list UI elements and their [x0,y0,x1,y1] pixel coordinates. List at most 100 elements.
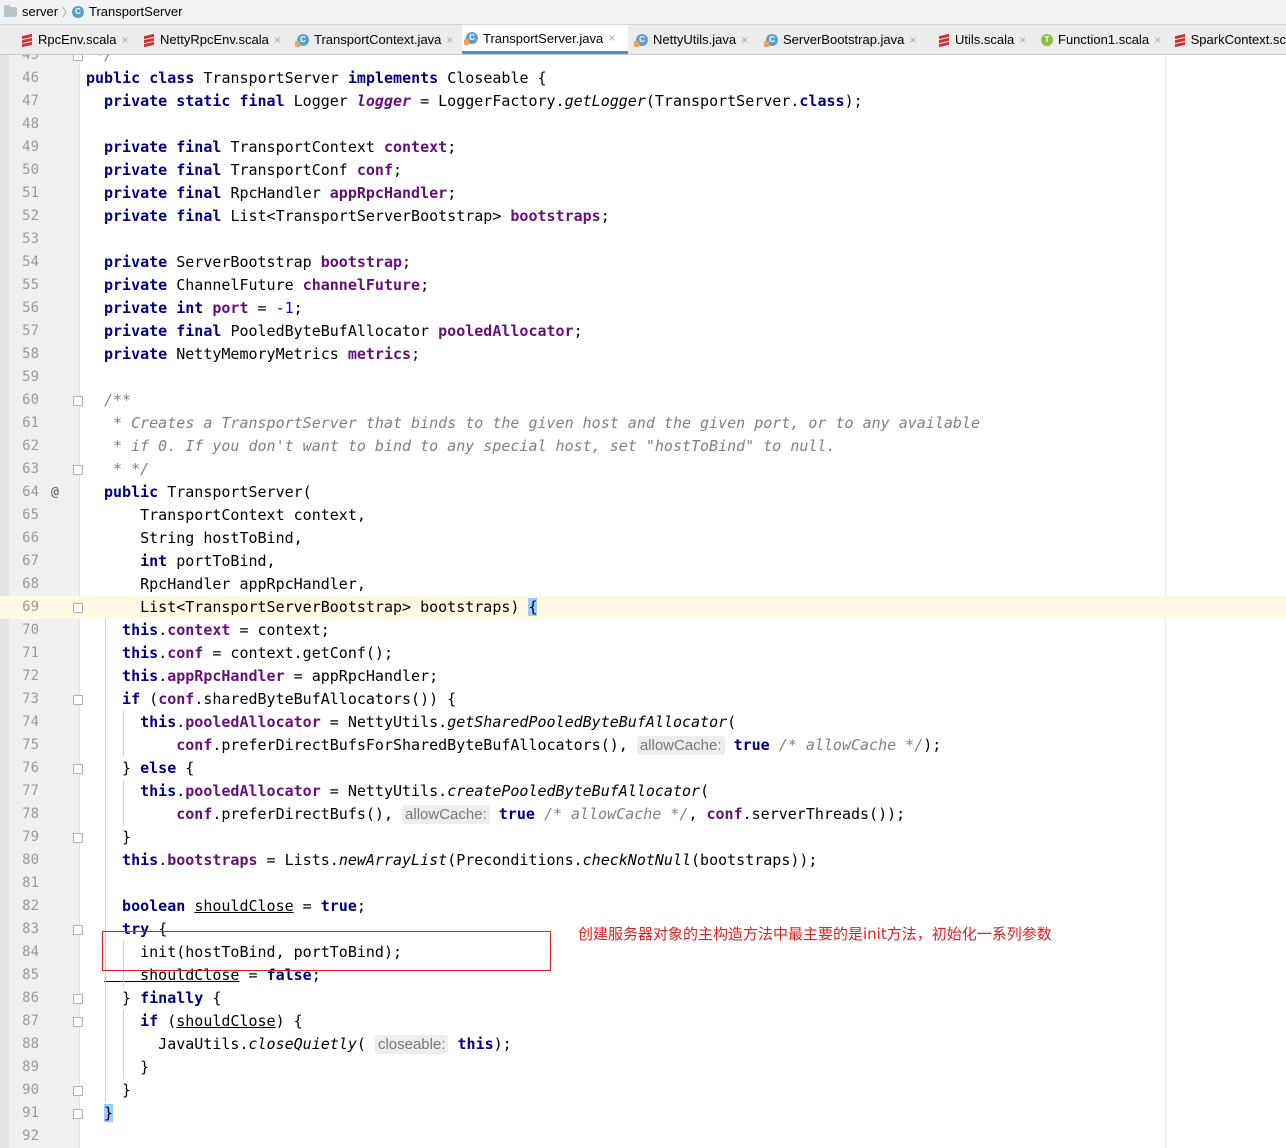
fold-marker-icon[interactable] [73,55,83,61]
code-line[interactable]: 90 } [0,1079,1286,1102]
fold-marker-icon[interactable] [73,994,83,1004]
code-line[interactable]: 67 int portToBind, [0,550,1286,573]
fold-marker-icon[interactable] [73,1017,83,1027]
code-line[interactable]: 63 * */ [0,458,1286,481]
code-line[interactable]: 55 private ChannelFuture channelFuture; [0,274,1286,297]
code-line[interactable]: 82 boolean shouldClose = true; [0,895,1286,918]
code-line[interactable]: 68 RpcHandler appRpcHandler, [0,573,1286,596]
code-text: this.pooledAllocator = NettyUtils.getSha… [104,711,736,734]
line-number: 64 [22,484,39,500]
code-line[interactable]: 60 /** [0,389,1286,412]
code-line[interactable]: 47 private static final Logger logger = L… [0,90,1286,113]
fold-marker-icon[interactable] [73,925,83,935]
code-token: ( [149,690,159,708]
code-line[interactable]: 73 if (conf.sharedByteBufAllocators()) { [0,688,1286,711]
code-line[interactable]: 76 } else { [0,757,1286,780]
tab-transportcontext-java[interactable]: C TransportContext.java × [293,25,457,54]
code-line[interactable]: 92 [0,1125,1286,1148]
code-line[interactable]: 48 [0,113,1286,136]
close-tab-icon[interactable]: × [608,31,615,45]
close-tab-icon[interactable]: × [122,33,129,47]
code-line[interactable]: 50 private final TransportConf conf; [0,159,1286,182]
fold-marker-icon[interactable] [73,396,83,406]
constructor-marker-icon[interactable]: @ [51,481,59,504]
close-tab-icon[interactable]: × [909,33,916,47]
code-line[interactable]: 52 private final List<TransportServerBoot… [0,205,1286,228]
code-text: TransportContext context, [104,504,366,527]
code-line[interactable]: 66 String hostToBind, [0,527,1286,550]
close-tab-icon[interactable]: × [741,33,748,47]
indent-guide [123,780,124,826]
tab-transportserver-java[interactable]: C TransportServer.java × [462,25,628,54]
code-line[interactable]: 54 private ServerBootstrap bootstrap; [0,251,1286,274]
code-line[interactable]: 59 [0,366,1286,389]
code-line[interactable]: 78 conf.preferDirectBufs(), allowCache: … [0,803,1286,826]
code-line[interactable]: 45 */ [0,55,1286,67]
code-token: ); [844,92,863,110]
code-line[interactable]: 77 this.pooledAllocator = NettyUtils.cre… [0,780,1286,803]
line-number: 49 [22,139,39,155]
code-line[interactable]: 56 private int port = -1; [0,297,1286,320]
code-line[interactable]: 89 } [0,1056,1286,1079]
code-line[interactable]: 69 List<TransportServerBootstrap> bootst… [0,596,1286,619]
code-line[interactable]: 91} [0,1102,1286,1125]
code-token: channelFuture [302,276,421,294]
breadcrumb-folder[interactable]: server [4,4,58,19]
tab-nettyrpcenv-scala[interactable]: NettyRpcEnv.scala × [139,25,287,54]
close-tab-icon[interactable]: × [1019,33,1026,47]
tab-nettyutils-java[interactable]: C NettyUtils.java × [632,25,756,54]
fold-marker-icon[interactable] [73,764,83,774]
code-editor[interactable]: 45 */ 46 public class TransportServer imple… [0,55,1286,1148]
java-class-icon: C [764,33,778,47]
code-token: int [104,552,177,570]
close-tab-icon[interactable]: × [1154,33,1161,47]
tab-function1-scala[interactable]: T Function1.scala × [1037,25,1164,54]
fold-marker-icon[interactable] [73,695,83,705]
code-line[interactable]: 88 JavaUtils.closeQuietly( closeable: th… [0,1033,1286,1056]
code-token: class [799,92,845,110]
code-line[interactable]: 71 this.conf = context.getConf(); [0,642,1286,665]
code-line[interactable]: 65 TransportContext context, [0,504,1286,527]
close-tab-icon[interactable]: × [274,33,281,47]
code-token: . [158,667,168,685]
parameter-hint: allowCache: [402,805,490,824]
code-line[interactable]: 46 public class TransportServer implement… [0,67,1286,90]
code-line[interactable]: 86 } finally { [0,987,1286,1010]
code-line[interactable]: 64 @ public TransportServer( [0,481,1286,504]
code-token: metrics [347,345,412,363]
fold-marker-icon[interactable] [73,1109,83,1119]
code-line[interactable]: 75 conf.preferDirectBufsForSharedByteBuf… [0,734,1286,757]
code-line[interactable]: 79 } [0,826,1286,849]
code-line[interactable]: 72 this.appRpcHandler = appRpcHandler; [0,665,1286,688]
code-line[interactable]: 74 this.pooledAllocator = NettyUtils.get… [0,711,1286,734]
code-line[interactable]: 87 if (shouldClose) { [0,1010,1286,1033]
code-token: private final [104,207,231,225]
java-class-icon: C [295,33,309,47]
code-text: } [104,1102,114,1125]
tab-utils-scala[interactable]: Utils.scala × [934,25,1031,54]
code-line[interactable]: 62 * if 0. If you don't want to bind to … [0,435,1286,458]
close-tab-icon[interactable]: × [446,33,453,47]
code-line[interactable]: 53 [0,228,1286,251]
fold-marker-icon[interactable] [73,465,83,475]
code-line[interactable]: 81 [0,872,1286,895]
code-token: ) { [275,1012,303,1030]
tab-rpcenv-scala[interactable]: RpcEnv.scala × [17,25,132,54]
code-line[interactable]: 49 private final TransportContext context… [0,136,1286,159]
code-line[interactable]: 57 private final PooledByteBufAllocator p… [0,320,1286,343]
fold-marker-icon[interactable] [73,833,83,843]
tab-serverbootstrap-java[interactable]: C ServerBootstrap.java × [762,25,928,54]
code-line[interactable]: 80 this.bootstraps = Lists.newArrayList(… [0,849,1286,872]
code-text: if (shouldClose) { [104,1010,303,1033]
code-token: this [104,782,177,800]
breadcrumb-class[interactable]: C TransportServer [72,4,182,19]
code-line[interactable]: 61 * Creates a TransportServer that bind… [0,412,1286,435]
fold-marker-icon[interactable] [73,1086,83,1096]
tab-label: ServerBootstrap.java [783,32,905,47]
code-token: ); [923,736,942,754]
tab-sparkcontext-sc[interactable]: SparkContext.sc [1170,25,1286,54]
code-line[interactable]: 58 private NettyMemoryMetrics metrics; [0,343,1286,366]
code-line[interactable]: 70 this.context = context; [0,619,1286,642]
fold-marker-icon[interactable] [73,603,83,613]
code-line[interactable]: 51 private final RpcHandler appRpcHandler… [0,182,1286,205]
